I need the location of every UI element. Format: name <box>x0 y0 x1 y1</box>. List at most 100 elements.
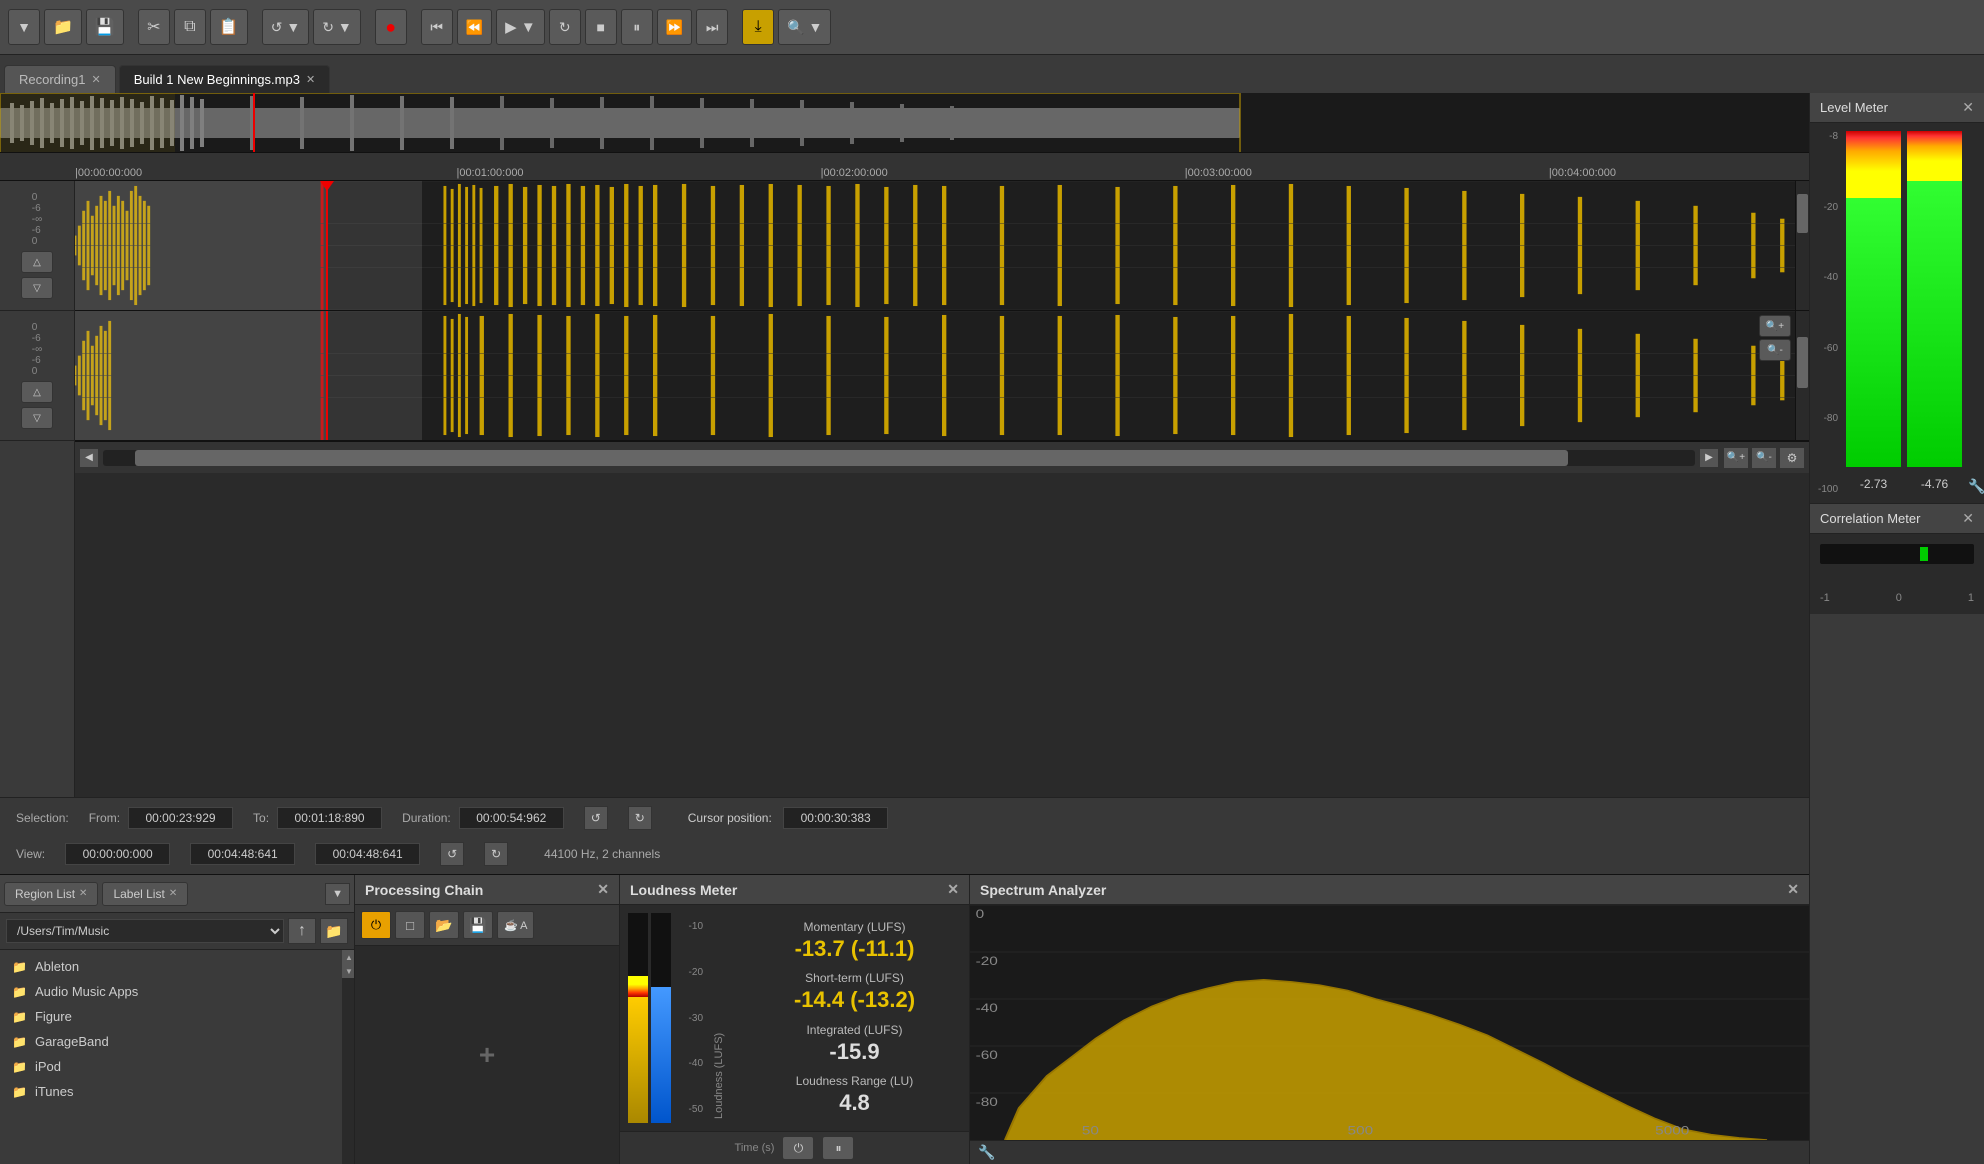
file-scroll-down[interactable]: ▼ <box>342 964 354 978</box>
svg-text:5000: 5000 <box>1655 1124 1690 1137</box>
track-2[interactable]: 🔍+ 🔍- <box>75 311 1809 441</box>
track-collapse-btn-1[interactable]: ▽ <box>21 277 53 299</box>
proc-content[interactable]: + <box>355 946 619 1164</box>
view-undo-button[interactable]: ↺ <box>440 842 464 866</box>
region-list-tab[interactable]: Region List ✕ <box>4 882 98 906</box>
tab-recording1[interactable]: Recording1 ✕ <box>4 65 116 93</box>
scroll-right-button[interactable]: ▶ <box>1699 448 1719 468</box>
level-meter-close[interactable]: ✕ <box>1962 99 1974 116</box>
track-1-scrollbar[interactable] <box>1795 181 1809 310</box>
processing-chain-close[interactable]: ✕ <box>597 881 609 898</box>
file-item-label: Ableton <box>35 959 79 974</box>
record-button[interactable]: ● <box>375 9 407 45</box>
zoom-out-h-button[interactable]: 🔍- <box>1751 447 1777 469</box>
level-meter-title: Level Meter <box>1820 100 1888 115</box>
ffwd-button[interactable]: ⏩ <box>657 9 692 45</box>
right-panel: Level Meter ✕ -8 -20 -40 -60 -80 -100 <box>1809 93 1984 1164</box>
browser-tab-arrow[interactable]: ▼ <box>325 883 350 905</box>
file-path-select[interactable]: /Users/Tim/Music <box>6 919 284 943</box>
file-item-garageband[interactable]: 📁 GarageBand <box>0 1029 342 1054</box>
svg-text:-80: -80 <box>976 1096 999 1109</box>
file-item-figure[interactable]: 📁 Figure <box>0 1004 342 1029</box>
zoom-out-button[interactable]: 🔍- <box>1759 339 1791 361</box>
zoom-in-h-button[interactable]: 🔍+ <box>1723 447 1749 469</box>
track-1[interactable] <box>75 181 1809 311</box>
proc-save-button[interactable]: 💾 <box>463 911 493 939</box>
spectrum-analyzer-close[interactable]: ✕ <box>1787 881 1799 898</box>
path-up-button[interactable]: ↑ <box>288 918 316 944</box>
file-item-label: Figure <box>35 1009 72 1024</box>
zoom-in-button[interactable]: 🔍+ <box>1759 315 1791 337</box>
file-item-ipod[interactable]: 📁 iPod <box>0 1054 342 1079</box>
from-input[interactable] <box>128 807 233 829</box>
proc-new-button[interactable]: □ <box>395 911 425 939</box>
track-control-icon-1: 0-6-∞-60 <box>32 192 42 247</box>
loop-button[interactable]: ↻ <box>549 9 581 45</box>
svg-text:-40: -40 <box>976 1002 999 1015</box>
track-2-scrollbar[interactable] <box>1795 311 1809 440</box>
proc-toolbar: ⏻ □ 📂 💾 ☕ A <box>355 905 619 946</box>
undo-button[interactable]: ↺ ▼ <box>262 9 309 45</box>
proc-extra-button[interactable]: ☕ A <box>497 911 534 939</box>
tab-build1[interactable]: Build 1 New Beginnings.mp3 ✕ <box>119 65 330 93</box>
track-expand-btn-1[interactable]: △ <box>21 251 53 273</box>
proc-power-button[interactable]: ⏻ <box>361 911 391 939</box>
view-to-group <box>190 843 295 865</box>
stop-button[interactable]: ■ <box>585 9 617 45</box>
tab-close-build1[interactable]: ✕ <box>306 73 315 86</box>
view-info-bar: View: ↺ ↻ 44100 Hz, 2 channels <box>0 838 1809 874</box>
copy-button[interactable]: ⧉ <box>174 9 206 45</box>
snap-button[interactable]: ⤓ <box>742 9 774 45</box>
proc-open-button[interactable]: 📂 <box>429 911 459 939</box>
view-from-group <box>65 843 170 865</box>
sel-redo-button[interactable]: ↻ <box>628 806 652 830</box>
loudness-meter-close[interactable]: ✕ <box>947 881 959 898</box>
view-to-input[interactable] <box>190 843 295 865</box>
cursor-input[interactable] <box>783 807 888 829</box>
tab-close-recording1[interactable]: ✕ <box>92 73 101 86</box>
spectrum-wrench-icon[interactable]: 🔧 <box>978 1144 995 1161</box>
open-button[interactable]: 📁 <box>44 9 82 45</box>
level-bar-left <box>1846 131 1901 467</box>
view-dur-input[interactable] <box>315 843 420 865</box>
play-button[interactable]: ▶ ▼ <box>496 9 545 45</box>
file-item-audio-music-apps[interactable]: 📁 Audio Music Apps <box>0 979 342 1004</box>
track-expand-btn-2[interactable]: △ <box>21 381 53 403</box>
view-from-input[interactable] <box>65 843 170 865</box>
cut-button[interactable]: ✂ <box>138 9 170 45</box>
label-list-close[interactable]: ✕ <box>169 888 177 899</box>
scroll-left-button[interactable]: ◀ <box>79 448 99 468</box>
to-input[interactable] <box>277 807 382 829</box>
loudness-play-btn[interactable]: ⏻ <box>782 1136 814 1160</box>
region-list-close[interactable]: ✕ <box>79 888 87 899</box>
label-list-tab[interactable]: Label List ✕ <box>102 882 188 906</box>
file-item-label: Audio Music Apps <box>35 984 138 999</box>
processing-chain-header: Processing Chain ✕ <box>355 875 619 905</box>
track-1-selection <box>75 181 422 310</box>
duration-input[interactable] <box>459 807 564 829</box>
save-button[interactable]: 💾 <box>86 9 124 45</box>
settings-button[interactable]: ⚙ <box>1779 447 1805 469</box>
horizontal-scrollbar[interactable] <box>103 450 1695 466</box>
level-wrench-icon[interactable]: 🔧 <box>1968 478 1984 495</box>
rewind-button[interactable]: ⏪ <box>457 9 492 45</box>
zoom-button[interactable]: 🔍 ▼ <box>778 9 831 45</box>
redo-button[interactable]: ↻ ▼ <box>313 9 360 45</box>
new-button[interactable]: ▼ <box>8 9 40 45</box>
view-redo-button[interactable]: ↻ <box>484 842 508 866</box>
file-item-itunes[interactable]: 📁 iTunes <box>0 1079 342 1104</box>
loudness-pause-btn[interactable]: ⏸ <box>822 1136 854 1160</box>
file-item-ableton[interactable]: 📁 Ableton <box>0 954 342 979</box>
skip-end-button[interactable]: ⏭ <box>696 9 728 45</box>
correlation-meter-close[interactable]: ✕ <box>1962 510 1974 527</box>
path-folder-button[interactable]: 📁 <box>320 918 348 944</box>
pause-button[interactable]: ⏸ <box>621 9 653 45</box>
skip-start-button[interactable]: ⏮ <box>421 9 453 45</box>
paste-button[interactable]: 📋 <box>210 9 248 45</box>
sel-undo-button[interactable]: ↺ <box>584 806 608 830</box>
tracks-area: 0-6-∞-60 △ ▽ 0-6-∞-60 △ ▽ <box>0 181 1809 797</box>
file-list-scrollbar[interactable]: ▲ ▼ <box>342 950 354 1164</box>
track-collapse-btn-2[interactable]: ▽ <box>21 407 53 429</box>
overview-waveform[interactable] <box>0 93 1809 153</box>
file-scroll-up[interactable]: ▲ <box>342 950 354 964</box>
